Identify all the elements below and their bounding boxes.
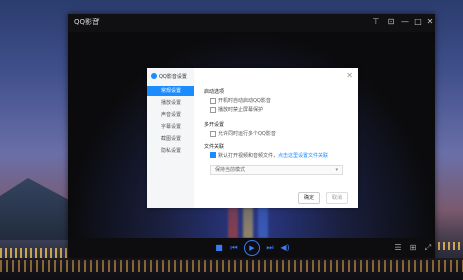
minimize-button[interactable]: — xyxy=(400,17,410,27)
fullscreen-icon[interactable]: ⤢ xyxy=(423,243,433,253)
qq-logo-icon xyxy=(151,73,157,79)
nav-general[interactable]: 常规设置 xyxy=(147,86,194,96)
section-startup: 启动选项 xyxy=(204,89,225,95)
file-association-text: 默认打开视频和音频文件， xyxy=(218,153,279,159)
dialog-title: QQ影音设置 xyxy=(159,74,187,80)
volume-icon[interactable]: ◀) xyxy=(280,243,290,253)
autostart-checkbox[interactable] xyxy=(210,98,216,104)
menu-caret-icon[interactable]: ▾ xyxy=(96,16,100,24)
city-lights xyxy=(0,248,70,258)
no-screensaver-checkbox[interactable] xyxy=(210,107,216,113)
ok-button[interactable]: 确定 xyxy=(298,192,320,204)
pin-icon[interactable]: ⊤ xyxy=(371,17,381,27)
next-button[interactable]: ⏭ xyxy=(265,243,275,253)
previous-button[interactable]: ⏮ xyxy=(229,243,239,253)
nav-screenshot[interactable]: 截图设置 xyxy=(147,134,194,144)
section-file-association: 文件关联 xyxy=(204,144,225,150)
city-lights xyxy=(0,260,463,272)
desktop-right-scenery xyxy=(433,0,463,280)
title-bar: QQ影音 ▾ ⊤ ⊡ — □ ✕ xyxy=(68,14,435,32)
no-screensaver-label: 播放时禁止屏幕保护 xyxy=(218,107,264,113)
nav-playback[interactable]: 播放设置 xyxy=(147,98,194,108)
settings-sidebar: QQ影音设置 常规设置 播放设置 声音设置 字幕设置 截图设置 隐私设置 xyxy=(147,68,194,208)
play-button[interactable]: ▶ xyxy=(244,240,260,256)
file-association-checkbox[interactable] xyxy=(210,152,216,158)
skin-icon[interactable]: ⊡ xyxy=(386,17,396,27)
mode-select-value: 保持当前模式 xyxy=(215,167,246,173)
city-lights xyxy=(433,242,463,250)
hill xyxy=(0,178,70,250)
close-button[interactable]: ✕ xyxy=(425,17,435,27)
desktop-bottom-strip xyxy=(0,258,463,280)
control-bar: ■ ⏮ ▶ ⏭ ◀) ☰ ⊞ ⤢ xyxy=(68,238,435,258)
settings-dialog: QQ影音设置 常规设置 播放设置 声音设置 字幕设置 截图设置 隐私设置 ✕ 启… xyxy=(147,68,358,208)
mode-icon[interactable]: ⊞ xyxy=(408,243,418,253)
stop-button[interactable]: ■ xyxy=(214,243,224,253)
maximize-button[interactable]: □ xyxy=(413,17,423,27)
playlist-icon[interactable]: ☰ xyxy=(393,243,403,253)
desktop-left-scenery xyxy=(0,0,70,280)
nav-privacy[interactable]: 隐私设置 xyxy=(147,146,194,156)
nav-audio[interactable]: 声音设置 xyxy=(147,110,194,120)
nav-subtitle[interactable]: 字幕设置 xyxy=(147,122,194,132)
file-association-row: 默认打开视频和音频文件，点击这里设置文件关联 xyxy=(210,152,328,159)
cancel-button[interactable]: 取消 xyxy=(326,192,348,204)
section-multi-instance: 多开设置 xyxy=(204,122,225,128)
autostart-label: 开机时自动启动QQ影音 xyxy=(218,98,271,104)
chevron-down-icon: ▾ xyxy=(335,167,338,173)
mode-select[interactable]: 保持当前模式 ▾ xyxy=(210,165,343,175)
file-association-link[interactable]: 点击这里设置文件关联 xyxy=(278,153,328,159)
multi-instance-label: 允许同时运行多个QQ影音 xyxy=(218,131,276,137)
multi-instance-checkbox[interactable] xyxy=(210,131,216,137)
dialog-close-button[interactable]: ✕ xyxy=(346,71,353,80)
